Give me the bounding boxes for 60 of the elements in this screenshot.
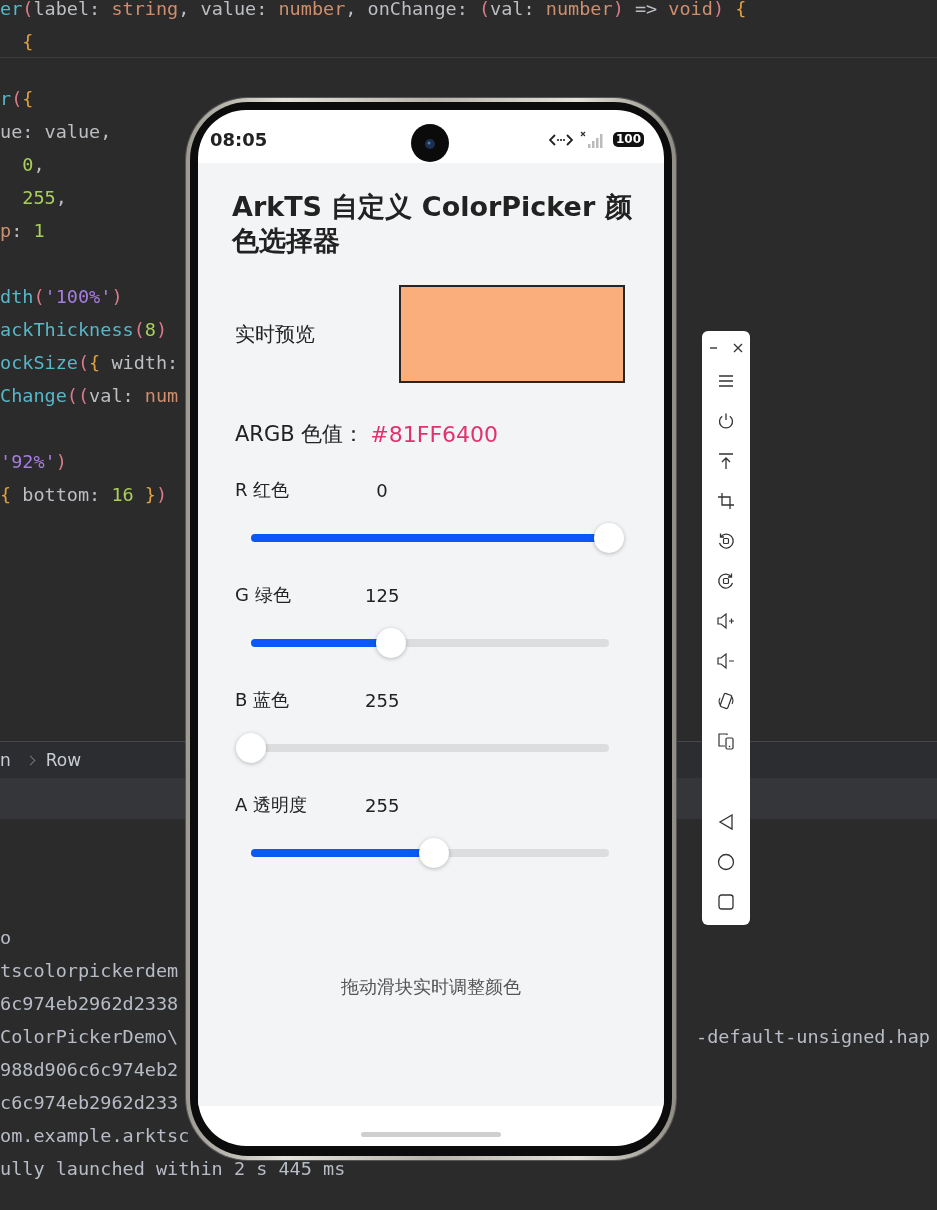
slider-label: B 蓝色 [235, 688, 291, 712]
close-icon[interactable] [732, 342, 744, 354]
code-line: { bottom: 16 }) [0, 483, 168, 507]
code-line: ue: value, [0, 120, 112, 144]
home-icon[interactable] [717, 853, 735, 871]
breadcrumb-item[interactable]: Row [45, 750, 82, 770]
code-line: { [21, 30, 34, 54]
log-line: o [0, 926, 12, 950]
volume-down-icon[interactable] [717, 652, 735, 670]
slider-thumb[interactable] [375, 628, 406, 658]
arrow-up-icon[interactable] [717, 452, 735, 470]
page-title: ArkTS 自定义 ColorPicker 颜色选择器 [232, 190, 633, 258]
log-line: ully launched within 2 s 445 ms [0, 1157, 346, 1181]
argb-label: ARGB 色值： [235, 421, 365, 448]
log-line: c6c974eb2962d233 [0, 1091, 179, 1115]
code-line: ackThickness(8) [0, 318, 168, 342]
slider-value: 0 [375, 479, 389, 501]
recents-icon[interactable] [717, 893, 735, 911]
breadcrumb-item[interactable]: n [0, 750, 11, 770]
battery-level: 100 [612, 132, 644, 147]
slider-value: 255 [365, 689, 399, 711]
code-line: p: 1 [0, 219, 45, 243]
log-line: om.example.arktsc [0, 1124, 190, 1148]
log-line: ColorPickerDemo\ [0, 1025, 179, 1049]
code-line: dth('100%') [0, 285, 123, 309]
argb-value: #81FF6400 [370, 421, 499, 447]
power-icon[interactable] [717, 412, 735, 430]
back-icon[interactable] [717, 813, 735, 831]
log-line: -default-unsigned.hap [696, 1025, 930, 1049]
slider-thumb[interactable] [236, 733, 266, 763]
log-line: 6c974eb2962d2338 [0, 992, 179, 1016]
rotate-phone-icon[interactable] [717, 692, 735, 710]
slider-label: R 红色 [235, 478, 291, 502]
log-line: 988d906c6c974eb2 [0, 1058, 179, 1082]
slider-label: G 绿色 [235, 583, 292, 607]
rotate-right-icon[interactable] [717, 572, 735, 590]
signal-icon [579, 130, 606, 149]
devices-icon[interactable] [717, 732, 735, 750]
rotate-left-icon[interactable] [717, 532, 735, 550]
camera-icon [411, 124, 449, 162]
code-icon [548, 132, 573, 147]
code-line: ockSize({ width: [0, 351, 179, 375]
code-line: Change((val: num [0, 384, 179, 408]
crop-icon[interactable] [717, 492, 735, 510]
code-line: r({ [0, 87, 34, 111]
code-line: er(label: string, value: number, onChange: (val: number) => void) { [0, 0, 747, 21]
slider-thumb[interactable] [594, 523, 624, 553]
code-line: 255, [21, 186, 67, 210]
slider-value: 255 [365, 794, 399, 816]
preview-label: 实时预览 [234, 320, 316, 348]
hint-text: 拖动滑块实时调整颜色 [340, 975, 522, 999]
slider-label: A 透明度 [235, 793, 309, 817]
code-line: 0, [21, 153, 45, 177]
menu-icon[interactable] [717, 372, 735, 390]
log-line: tscolorpickerdem [0, 959, 179, 983]
slider-thumb[interactable] [418, 838, 449, 868]
code-line: '92%') [0, 450, 67, 474]
volume-up-icon[interactable] [717, 612, 735, 630]
status-time: 08:05 [210, 129, 268, 150]
slider-value: 125 [365, 584, 399, 606]
